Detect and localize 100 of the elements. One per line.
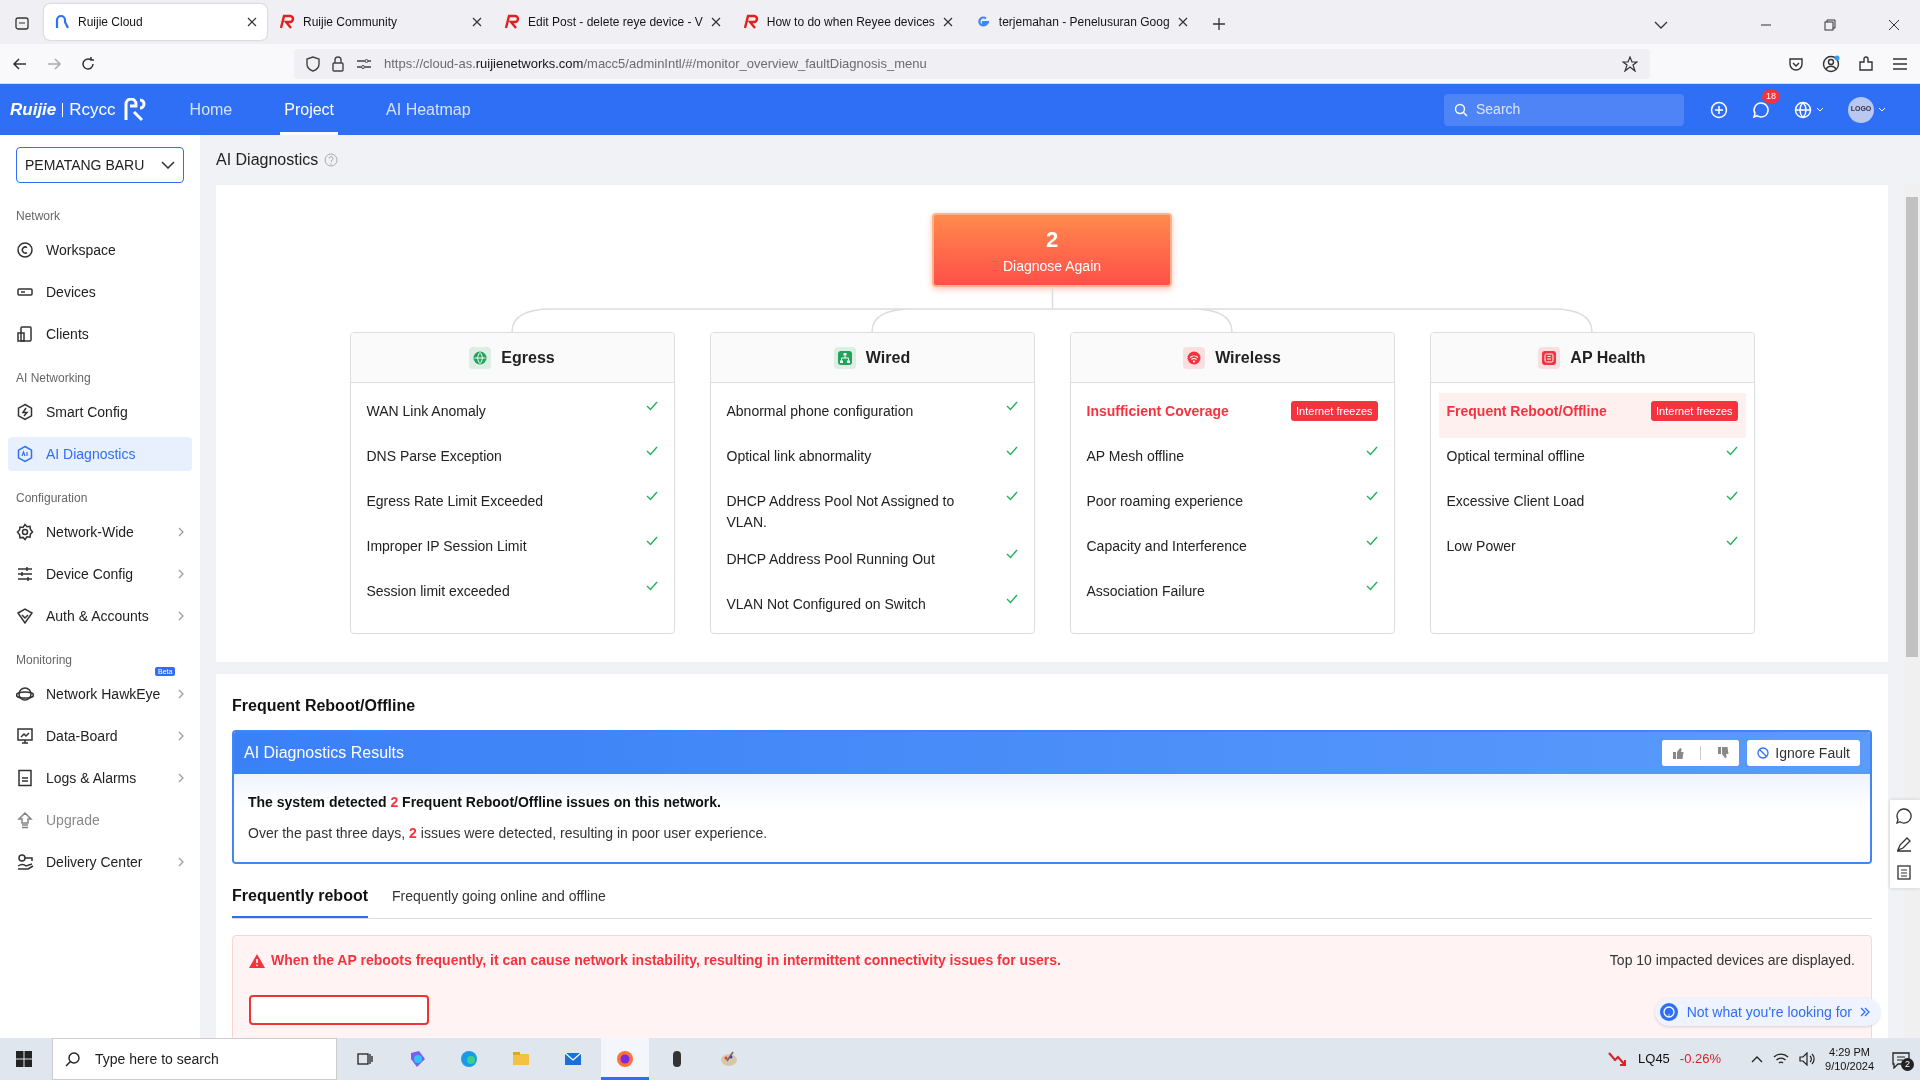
taskbar-app-button[interactable] [601, 1038, 649, 1080]
diagnosis-item[interactable]: Improper IP Session Limit [366, 536, 527, 557]
browser-tab[interactable]: How to do when Reyee devices [732, 4, 963, 40]
note-text: Top 10 impacted devices are displayed. [1609, 951, 1855, 970]
diagnosis-item-highlight[interactable]: Frequent Reboot/Offline Internet freezes [1438, 393, 1746, 438]
pen-icon[interactable] [1896, 836, 1912, 852]
chevron-down-icon [161, 161, 175, 169]
tab[interactable]: Frequently going online and offline [392, 876, 606, 918]
close-icon[interactable] [1177, 17, 1188, 27]
check-icon [1365, 536, 1378, 546]
diagnosis-item[interactable]: Session limit exceeded [366, 581, 510, 602]
clipboard-icon[interactable] [1896, 864, 1912, 880]
tab[interactable]: Frequently reboot [232, 876, 368, 918]
diagnosis-item[interactable]: AP Mesh offline [1086, 446, 1185, 467]
check-icon [1005, 446, 1018, 456]
diagnosis-item[interactable]: Optical link abnormality [726, 446, 872, 467]
description-text: Over the past three days, 2 issues were detected, resulting in poor user experience. [248, 824, 769, 843]
outline-button[interactable] [249, 995, 429, 1025]
section-title: Frequent Reboot/Offline [232, 696, 417, 716]
sidebar-item[interactable]: Workspace [8, 233, 192, 267]
search-field[interactable]: Search [1444, 93, 1684, 126]
sidebar-item[interactable]: Device Config [8, 557, 192, 591]
close-icon[interactable] [247, 17, 257, 27]
pocket-icon[interactable] [1788, 55, 1804, 72]
status-tag: Internet freezes [1291, 401, 1378, 421]
sidebar-item[interactable]: Devices [8, 275, 192, 309]
diagnosis-item[interactable]: DHCP Address Pool Not Assigned to VLAN. [726, 491, 996, 533]
check-icon [645, 491, 658, 501]
sidebar-item[interactable]: Clients [8, 317, 192, 351]
chevron-down-icon[interactable] [1654, 21, 1668, 29]
diagnosis-item[interactable]: DNS Parse Exception [366, 446, 502, 467]
clock[interactable]: 4:29 PM 9/10/2024 [1825, 1045, 1874, 1073]
ignore-fault-button[interactable]: Ignore Fault [1747, 740, 1860, 766]
check-icon [1725, 536, 1738, 546]
caret-icon [1816, 106, 1824, 113]
thumbs-up-icon [1672, 747, 1685, 759]
diagnosis-item[interactable]: Poor roaming experience [1086, 491, 1243, 512]
browser-tab[interactable]: Ruijie Cloud [44, 4, 267, 40]
address-bar[interactable]: https://cloud-as.ruijienetworks.com/macc5/adminIntl/#/monitor_overview_faultDiagnosis_menu [294, 48, 1650, 79]
summary-text: The system detected 2 Frequent Reboot/Offline issues on this network. [248, 793, 722, 812]
sidebar-item[interactable]: Smart Config [8, 395, 192, 429]
tab-list-icon[interactable] [14, 15, 30, 31]
close-icon[interactable] [942, 17, 953, 27]
notification-icon[interactable] [1892, 1050, 1910, 1069]
diagnosis-item[interactable]: Abnormal phone configuration [726, 401, 914, 422]
sidebar-item[interactable]: Network-Wide [8, 515, 192, 549]
paint-icon [719, 1049, 739, 1069]
monitor-icon [16, 727, 34, 745]
extensions-icon[interactable] [1858, 55, 1874, 72]
r-logo-icon [504, 14, 520, 30]
speaker-icon[interactable] [1799, 1052, 1816, 1066]
notification-count: 2 [1901, 1057, 1914, 1071]
diagnosis-item[interactable]: Low Power [1446, 536, 1516, 557]
reload-icon[interactable] [80, 55, 96, 72]
diagnosis-item[interactable]: Egress Rate Limit Exceeded [366, 491, 544, 512]
account-icon[interactable] [1822, 54, 1840, 73]
chevron-up-icon[interactable] [1751, 1055, 1764, 1063]
diagnosis-item[interactable]: Optical terminal offline [1446, 446, 1585, 467]
close-icon[interactable] [1888, 19, 1900, 31]
back-icon[interactable] [12, 55, 28, 72]
sidebar-item[interactable]: Network HawkEye [8, 677, 192, 711]
help-link[interactable]: Not what you're looking for [1654, 998, 1880, 1026]
check-icon [1365, 446, 1378, 456]
taskbar-search-field[interactable]: Type here to search [52, 1038, 337, 1080]
globe-icon[interactable] [1794, 100, 1812, 119]
close-icon[interactable] [472, 17, 482, 27]
search-input[interactable]: Search [1474, 98, 1674, 121]
stock-symbol: LQ45 [1638, 1050, 1670, 1069]
browser-tab[interactable]: terjemahan - Penelusuran Goog [964, 4, 1198, 40]
sidebar-item[interactable]: Auth & Accounts [8, 599, 192, 633]
diagnosis-item[interactable]: DHCP Address Pool Running Out [726, 549, 935, 570]
sliders-icon [16, 565, 34, 583]
diagnosis-item[interactable]: Frequent Reboot/Offline [1446, 401, 1607, 422]
sidebar-item[interactable]: Logs & Alarms [8, 761, 192, 795]
sidebar-item[interactable]: Delivery Center [8, 845, 192, 879]
browser-tab[interactable]: Edit Post - delete reye device - V [494, 4, 731, 40]
scrollbar[interactable] [1904, 185, 1920, 1038]
bookmark-star-icon[interactable] [1622, 55, 1638, 72]
diagnosis-item[interactable]: Insufficient Coverage [1086, 401, 1229, 422]
sidebar-item[interactable]: AI Diagnostics [8, 437, 192, 471]
wifi-icon[interactable] [1773, 1052, 1790, 1066]
diagnosis-item[interactable]: Excessive Client Load [1446, 491, 1585, 512]
diagnosis-item[interactable]: Capacity and Interference [1086, 536, 1247, 557]
nav-tab[interactable]: Project [280, 84, 339, 135]
browser-tab[interactable]: Ruijie Community [269, 4, 492, 40]
new-tab-icon[interactable] [1211, 17, 1226, 31]
restore-icon[interactable] [1824, 19, 1836, 31]
phone-icon [16, 325, 34, 343]
close-icon[interactable] [710, 17, 721, 27]
diagnosis-item[interactable]: WAN Link Anomaly [366, 401, 486, 422]
sidebar-item[interactable]: Data-Board [8, 719, 192, 753]
add-icon[interactable] [1710, 100, 1728, 119]
diagnosis-item[interactable]: VLAN Not Configured on Switch [726, 594, 926, 615]
project-select[interactable]: PEMATANG BARU [16, 147, 184, 183]
diagnosis-item[interactable]: Association Failure [1086, 581, 1205, 602]
chevron-right-icon [178, 569, 184, 579]
planet-icon [16, 685, 34, 703]
menu-icon[interactable] [1892, 56, 1908, 71]
chat-icon[interactable] [1896, 808, 1912, 824]
section-label: Monitoring [15, 652, 74, 669]
